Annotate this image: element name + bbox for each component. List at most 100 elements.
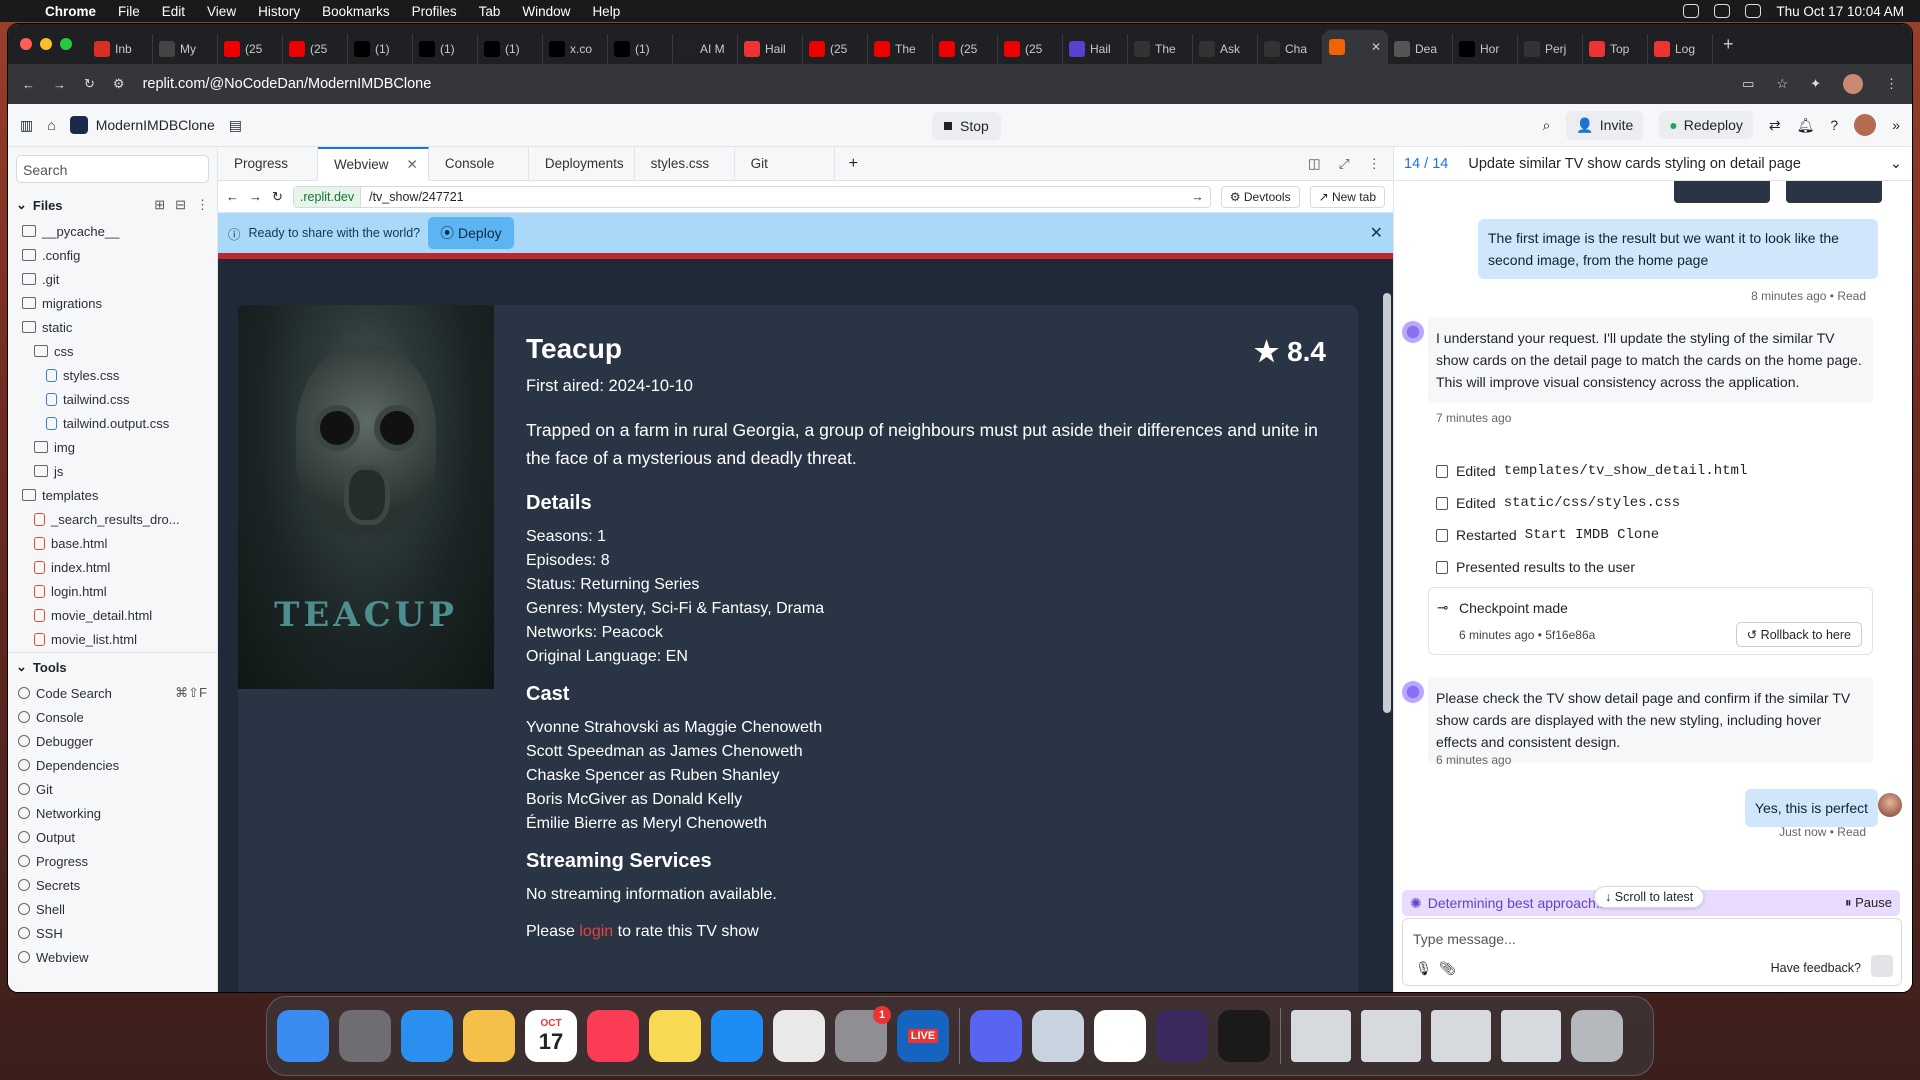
message-input[interactable]: Type message... 🎙︎ 📎︎ Have feedback? [1402, 918, 1902, 986]
login-link[interactable]: login [579, 923, 613, 940]
pane-tab-deployments[interactable]: Deployments [529, 146, 635, 181]
back-arrow-icon[interactable]: ← [22, 77, 35, 92]
dock-app-discord[interactable] [970, 1010, 1022, 1062]
menu-item[interactable]: History [247, 4, 311, 19]
files-header[interactable]: ⌄ Files ⊞ ⊟ ⋮ [8, 191, 217, 219]
file-tree-item[interactable]: templates [16, 483, 217, 507]
new-folder-icon[interactable]: ⊟ [175, 197, 186, 213]
sidebar-toggle-icon[interactable]: ▥ [20, 117, 33, 134]
webview-back-icon[interactable]: ← [226, 189, 239, 204]
devtools-button[interactable]: ⚙ Devtools [1220, 185, 1300, 208]
menu-item[interactable]: Profiles [401, 4, 468, 19]
browser-tab[interactable]: (1) [348, 34, 413, 64]
tools-header[interactable]: ⌄ Tools [8, 652, 217, 681]
pane-menu-icon[interactable]: ⋮ [1368, 156, 1382, 172]
close-tab-icon[interactable]: ✕ [1371, 40, 1381, 54]
file-tree-item[interactable]: _search_results_dro... [16, 507, 217, 531]
install-app-icon[interactable]: ▭ [1742, 76, 1754, 92]
agent-action-item[interactable]: Edited static/css/styles.css [1436, 495, 1680, 511]
tool-item-output[interactable]: Output [8, 825, 217, 849]
new-tab-button[interactable]: ↗ New tab [1309, 185, 1385, 208]
browser-tab[interactable]: (25 [803, 34, 868, 64]
agent-action-item[interactable]: Restarted Start IMDB Clone [1436, 527, 1659, 543]
browser-tab[interactable]: Cha [1258, 34, 1323, 64]
browser-tab[interactable]: My [153, 34, 218, 64]
browser-tab[interactable]: Log [1648, 34, 1713, 64]
zoom-window-button[interactable] [60, 38, 72, 50]
file-tree-item[interactable]: login.html [16, 579, 217, 603]
menubar-datetime[interactable]: Thu Oct 17 10:04 AM [1776, 4, 1904, 19]
file-tree-item[interactable]: movie_detail.html [16, 603, 217, 627]
webview-forward-icon[interactable]: → [249, 189, 262, 204]
dock-app-notes[interactable] [649, 1010, 701, 1062]
dock-app-photos[interactable] [463, 1010, 515, 1062]
dock-minimized-window[interactable] [1431, 1010, 1491, 1062]
trash-icon[interactable] [1571, 1010, 1623, 1062]
file-tree-item[interactable]: base.html [16, 531, 217, 555]
webview-reload-icon[interactable]: ↻ [272, 189, 283, 205]
tool-item-debugger[interactable]: Debugger [8, 729, 217, 753]
file-tree-item[interactable]: styles.css [16, 363, 217, 387]
dock-app-finder[interactable] [277, 1010, 329, 1062]
pane-tab-webview[interactable]: Webview ✕ [318, 146, 429, 181]
deploy-button[interactable]: ⦿ Deploy [428, 217, 514, 249]
browser-tab[interactable]: Ask [1193, 34, 1258, 64]
menu-item[interactable]: Window [511, 4, 581, 19]
reload-icon[interactable]: ↻ [84, 76, 95, 92]
project-info-icon[interactable]: ▤ [229, 117, 242, 134]
dock-minimized-window[interactable] [1361, 1010, 1421, 1062]
browser-tab[interactable]: Hor [1453, 34, 1518, 64]
menu-item[interactable]: File [107, 4, 151, 19]
tool-item-code-search[interactable]: Code Search ⌘⇧F [8, 681, 217, 705]
new-tab-plus-icon[interactable]: + [1723, 34, 1734, 55]
pane-tab-git[interactable]: Git [735, 146, 835, 181]
browser-tab[interactable]: ✕ [1323, 30, 1388, 64]
dock-app-live[interactable]: LIVE [897, 1010, 949, 1062]
browser-tab[interactable]: Dea [1388, 34, 1453, 64]
expand-icon[interactable]: ⤢ [1339, 156, 1350, 172]
dock-app-arc[interactable] [1156, 1010, 1208, 1062]
tool-item-webview[interactable]: Webview [8, 945, 217, 969]
menu-item[interactable]: Help [581, 4, 631, 19]
tool-item-git[interactable]: Git [8, 777, 217, 801]
dock-app-music[interactable] [587, 1010, 639, 1062]
tool-item-console[interactable]: Console [8, 705, 217, 729]
new-file-icon[interactable]: ⊞ [154, 197, 165, 213]
dock-app-cursor[interactable] [1218, 1010, 1270, 1062]
battery-icon[interactable] [1745, 4, 1762, 18]
profile-avatar[interactable] [1843, 74, 1863, 94]
attach-icon[interactable]: 📎︎ [1439, 961, 1456, 977]
browser-tab[interactable]: The [1128, 34, 1193, 64]
attached-image-thumb[interactable] [1674, 181, 1770, 203]
more-options-icon[interactable]: ⋮ [196, 197, 209, 213]
dock-app-preview[interactable] [1032, 1010, 1084, 1062]
file-tree-item[interactable]: migrations [16, 291, 217, 315]
file-tree-item[interactable]: js [16, 459, 217, 483]
browser-tab[interactable]: (25 [218, 34, 283, 64]
site-settings-icon[interactable]: ⚙ [113, 76, 125, 92]
agent-action-item[interactable]: Edited templates/tv_show_detail.html [1436, 463, 1747, 479]
webview-scrollbar[interactable] [1383, 293, 1391, 713]
split-pane-icon[interactable]: ◫ [1308, 156, 1321, 172]
browser-tab[interactable]: (25 [933, 34, 998, 64]
menu-item[interactable]: View [196, 4, 247, 19]
browser-tab[interactable]: Hail [1063, 34, 1128, 64]
stop-button[interactable]: Stop [932, 112, 1001, 140]
send-icon[interactable] [1871, 955, 1893, 977]
close-banner-icon[interactable]: ✕ [1370, 223, 1383, 243]
file-tree-item[interactable]: __pycache__ [16, 219, 217, 243]
wifi-icon[interactable] [1714, 4, 1731, 18]
dock-app-app-store[interactable] [711, 1010, 763, 1062]
tool-item-shell[interactable]: Shell [8, 897, 217, 921]
dock-app-calendar[interactable]: OCT 17 [525, 1010, 577, 1062]
rollback-button[interactable]: ↺ Rollback to here [1735, 622, 1862, 647]
chevron-down-icon[interactable]: ⌄ [1890, 156, 1902, 172]
menu-item[interactable]: Tab [468, 4, 512, 19]
tool-item-secrets[interactable]: Secrets [8, 873, 217, 897]
home-icon[interactable]: ⌂ [47, 117, 55, 133]
browser-tab[interactable]: Hail [738, 34, 803, 64]
invite-button[interactable]: 👤 Invite [1566, 110, 1644, 140]
browser-tab[interactable]: (1) [478, 34, 543, 64]
dock-minimized-window[interactable] [1501, 1010, 1561, 1062]
bell-icon[interactable]: 🔔︎ [1797, 117, 1815, 134]
